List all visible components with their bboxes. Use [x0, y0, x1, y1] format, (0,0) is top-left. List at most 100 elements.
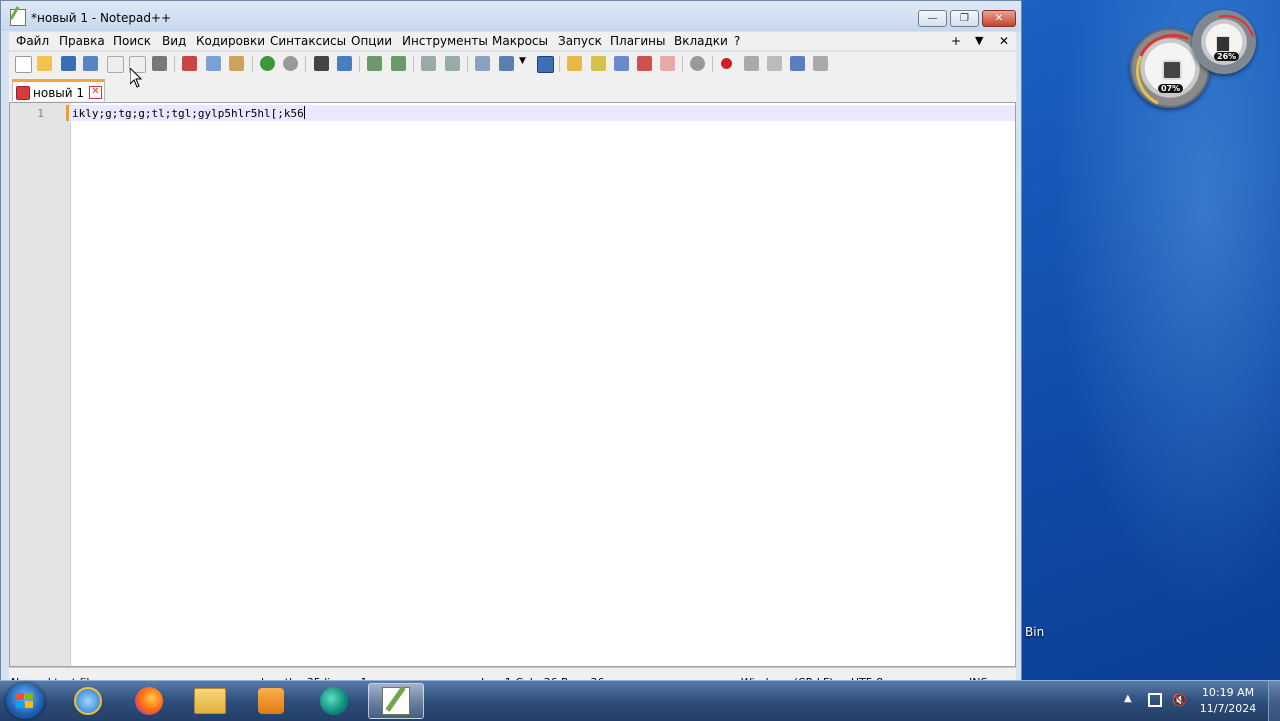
paste-icon[interactable] — [229, 56, 244, 71]
open-file-icon[interactable] — [37, 56, 52, 71]
code-line-text: ikly;g;tg;g;tl;tgl;gylp5hlr5hl[;k56 — [72, 107, 304, 120]
stop-macro-icon[interactable] — [744, 56, 759, 71]
internet-explorer-icon — [74, 687, 102, 715]
taskbar-internet-explorer[interactable] — [60, 683, 116, 719]
code-line[interactable]: ikly;g;tg;g;tl;tgl;gylp5hlr5hl[;k56 — [72, 106, 305, 120]
doc-map-icon[interactable] — [591, 56, 606, 71]
taskbar-media-player[interactable] — [243, 683, 299, 719]
unsaved-file-icon — [16, 86, 30, 100]
toolbar-separator — [359, 56, 360, 72]
close-document-button[interactable]: ✕ — [999, 34, 1009, 48]
function-list-icon[interactable] — [614, 56, 629, 71]
toolbar-separator — [413, 56, 414, 72]
menu-help[interactable]: ? — [734, 34, 740, 48]
change-history-marker — [66, 105, 69, 121]
add-tab-button[interactable]: + — [951, 34, 961, 48]
taskbar-firefox[interactable] — [121, 683, 177, 719]
cpu-percent: 07% — [1158, 84, 1184, 93]
toolbar-separator — [252, 56, 253, 72]
new-file-icon[interactable] — [15, 56, 32, 73]
menu-macro[interactable]: Макросы — [492, 34, 548, 48]
clock-date: 11/7/2024 — [1199, 702, 1257, 715]
minimize-button[interactable]: — — [918, 10, 947, 27]
menu-search[interactable]: Поиск — [113, 34, 151, 48]
show-hidden-icons-icon[interactable]: ▲ — [1124, 693, 1132, 704]
menu-view[interactable]: Вид — [162, 34, 186, 48]
show-all-chars-icon[interactable] — [499, 56, 514, 71]
focus-mode-icon[interactable] — [690, 56, 705, 71]
windows-logo-icon — [16, 693, 34, 709]
undo-icon[interactable] — [260, 56, 275, 71]
toolbar-separator — [467, 56, 468, 72]
menu-edit[interactable]: Правка — [59, 34, 105, 48]
tab-bar: новый 1 ✕ — [9, 76, 1016, 102]
title-bar[interactable]: *новый 1 - Notepad++ — ❐ ✕ — [1, 1, 1021, 31]
indent-guide-icon[interactable] — [537, 56, 554, 73]
menu-plugins[interactable]: Плагины — [610, 34, 665, 48]
menu-encoding[interactable]: Кодировки — [196, 34, 265, 48]
line-number: 1 — [37, 107, 44, 120]
close-file-icon[interactable] — [107, 56, 124, 73]
notepad-plus-plus-window: *новый 1 - Notepad++ — ❐ ✕ Файл Правка П… — [0, 0, 1022, 684]
tab-list-dropdown[interactable]: ▼ — [975, 34, 983, 47]
redo-icon[interactable] — [283, 56, 298, 71]
menu-language[interactable]: Синтаксисы — [270, 34, 346, 48]
edge-icon — [320, 687, 348, 715]
word-wrap-icon[interactable] — [475, 56, 490, 71]
save-all-icon[interactable] — [83, 56, 98, 71]
line-number-gutter: 1 — [10, 103, 71, 666]
menu-tools[interactable]: Инструменты — [402, 34, 488, 48]
notepad-app-icon — [10, 9, 26, 26]
record-macro-icon[interactable] — [721, 58, 732, 69]
zoom-out-icon[interactable] — [391, 56, 406, 71]
save-macro-icon[interactable] — [813, 56, 828, 71]
user-lang-icon[interactable] — [567, 56, 582, 71]
chars-dropdown-icon[interactable]: ▼ — [519, 56, 528, 71]
action-center-icon[interactable] — [1148, 693, 1162, 707]
recycle-bin-label[interactable]: Bin — [1025, 625, 1044, 639]
mouse-cursor-icon — [130, 68, 142, 88]
media-player-icon — [258, 688, 284, 714]
volume-muted-icon[interactable]: 🔇 — [1172, 693, 1187, 707]
close-button[interactable]: ✕ — [982, 10, 1016, 27]
cut-icon[interactable] — [182, 56, 197, 71]
taskbar: ▲ 🔇 10:19 AM 11/7/2024 — [0, 680, 1280, 721]
sync-horizontal-icon[interactable] — [445, 56, 460, 71]
taskbar-file-explorer[interactable] — [182, 683, 238, 719]
taskbar-edge[interactable] — [306, 683, 362, 719]
tab-close-icon[interactable]: ✕ — [89, 86, 102, 99]
save-icon[interactable] — [61, 56, 76, 71]
find-icon[interactable] — [314, 56, 329, 71]
editor-area[interactable]: 1 ikly;g;tg;g;tl;tgl;gylp5hlr5hl[;k56 — [9, 102, 1016, 667]
menu-run[interactable]: Запуск — [558, 34, 602, 48]
memory-percent: 26% — [1214, 52, 1240, 61]
replace-icon[interactable] — [337, 56, 352, 71]
sync-vertical-icon[interactable] — [421, 56, 436, 71]
cpu-meter-gadget[interactable]: 07% 26% — [1130, 8, 1256, 108]
print-icon[interactable] — [152, 56, 167, 71]
copy-icon[interactable] — [206, 56, 221, 71]
toolbar: ▼ — [9, 51, 1016, 76]
show-desktop-button[interactable] — [1268, 681, 1280, 721]
system-clock[interactable]: 10:19 AM 11/7/2024 — [1196, 685, 1260, 717]
monitoring-icon[interactable] — [660, 56, 675, 71]
start-button[interactable] — [6, 683, 44, 719]
toolbar-separator — [174, 56, 175, 72]
toolbar-separator — [305, 56, 306, 72]
menu-settings[interactable]: Опции — [351, 34, 392, 48]
maximize-button[interactable]: ❐ — [950, 10, 979, 27]
notepad-plus-plus-icon — [382, 686, 410, 715]
menu-file[interactable]: Файл — [16, 34, 49, 48]
clock-time: 10:19 AM — [1201, 686, 1255, 699]
menu-bar: Файл Правка Поиск Вид Кодировки Синтакси… — [9, 32, 1016, 50]
play-macro-icon[interactable] — [767, 56, 782, 71]
tab-new-1[interactable]: новый 1 ✕ — [12, 79, 105, 101]
run-macro-multiple-icon[interactable] — [790, 56, 805, 71]
tab-label: новый 1 — [33, 86, 84, 100]
zoom-in-icon[interactable] — [367, 56, 382, 71]
toolbar-separator — [559, 56, 560, 72]
folder-workspace-icon[interactable] — [637, 56, 652, 71]
toolbar-separator — [712, 56, 713, 72]
menu-window[interactable]: Вкладки — [674, 34, 728, 48]
taskbar-notepad-plus-plus[interactable] — [368, 683, 424, 719]
